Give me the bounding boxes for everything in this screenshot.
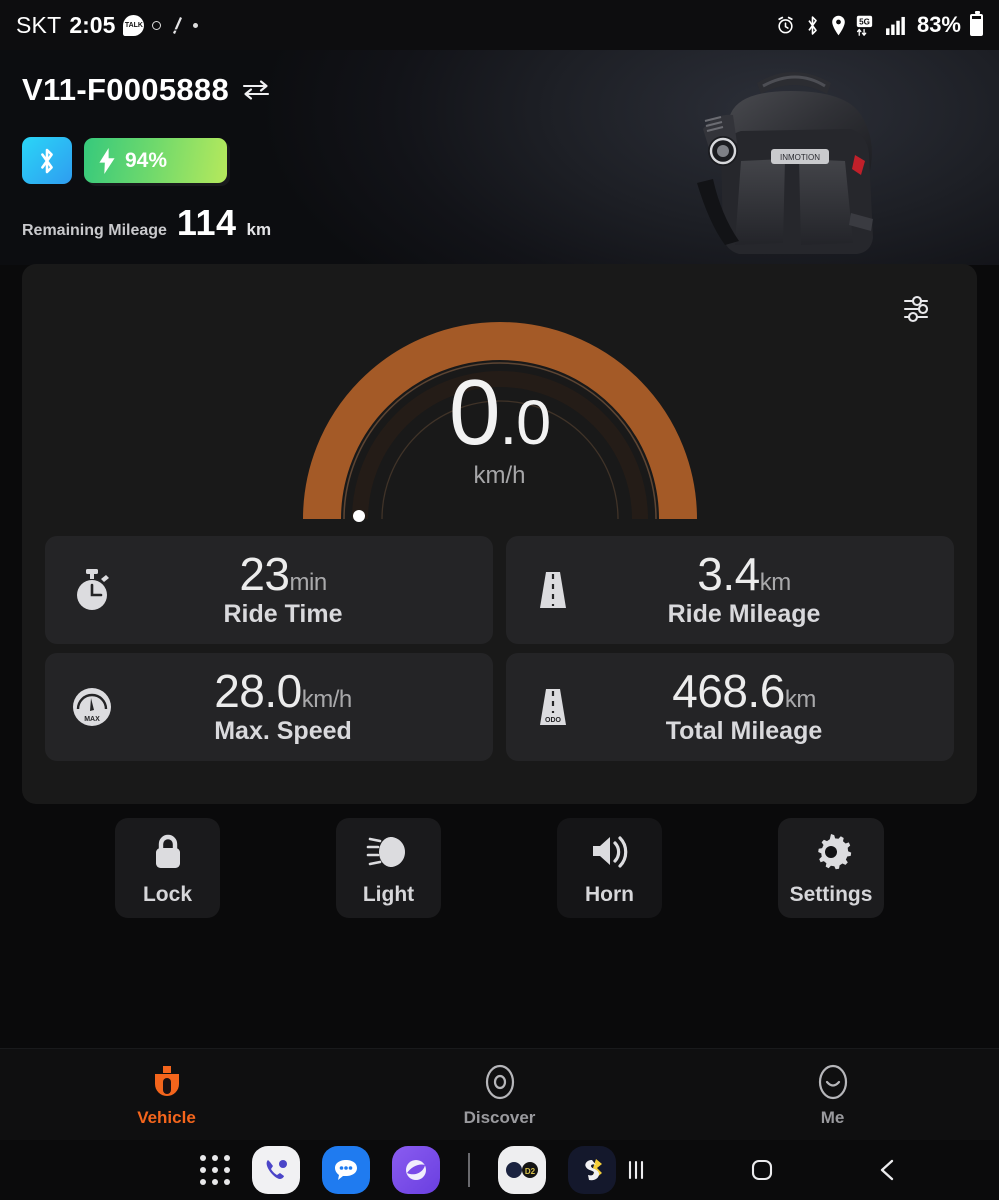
switch-device-icon[interactable] — [241, 79, 271, 101]
stat-label: Ride Mileage — [667, 599, 821, 628]
system-taskbar: D2 — [0, 1140, 999, 1200]
carrier-label: SKT — [16, 11, 62, 38]
headlight-icon — [366, 829, 412, 875]
stat-value: 468.6km — [672, 665, 816, 718]
compass-icon — [483, 1061, 517, 1103]
phone-icon[interactable] — [252, 1146, 300, 1194]
stat-value: 3.4km — [697, 548, 791, 601]
svg-text:D2: D2 — [525, 1167, 536, 1176]
gauge-start-marker — [353, 510, 365, 522]
svg-text:INMOTION: INMOTION — [780, 153, 820, 162]
android-navigation-bar — [616, 1150, 908, 1190]
remaining-mileage-label: Remaining Mileage — [22, 222, 167, 239]
svg-text:5G: 5G — [859, 17, 870, 26]
clock-label: 2:05 — [69, 11, 116, 38]
speed-unit-label: km/h — [473, 461, 526, 489]
settings-label: Settings — [789, 883, 873, 906]
light-label: Light — [362, 883, 415, 906]
svg-text:MAX: MAX — [84, 716, 100, 723]
location-icon — [832, 15, 845, 35]
tab-label: Discover — [463, 1108, 536, 1127]
lightning-bolt-icon — [99, 147, 115, 174]
taskbar-divider — [468, 1153, 470, 1187]
folder-icon[interactable]: D2 — [498, 1146, 546, 1194]
electric-unicycle-image: INMOTION — [679, 53, 909, 265]
device-name-label: V11-F0005888 — [22, 72, 229, 107]
gear-icon — [810, 829, 852, 875]
speed-readout: 0.0 km/h — [22, 360, 977, 490]
device-name-row[interactable]: V11-F0005888 — [22, 72, 271, 108]
vehicle-dashboard-card: 0.0 km/h 23min Ride Time 3.4km Ride Mile… — [22, 264, 977, 804]
bluetooth-icon — [808, 15, 817, 35]
settings-button[interactable]: Settings — [778, 818, 884, 918]
status-bar-left: SKT 2:05 TALK — [16, 11, 199, 39]
svg-text:ODO: ODO — [545, 717, 562, 724]
horn-label: Horn — [585, 883, 634, 906]
vehicle-hero-section: V11-F0005888 94% Remaining Mileage 114 k… — [0, 50, 999, 265]
stat-value: 28.0km/h — [214, 665, 352, 718]
battery-level-chip[interactable]: 94% — [84, 138, 227, 183]
horn-icon — [587, 829, 633, 875]
stopwatch-icon — [63, 568, 121, 612]
remaining-mileage-unit: km — [246, 220, 272, 239]
stat-tile-ride-time[interactable]: 23min Ride Time — [45, 536, 493, 644]
tab-label: Vehicle — [137, 1108, 196, 1127]
taskbar-apps: D2 — [200, 1146, 616, 1194]
dot-icon — [193, 22, 199, 28]
lock-icon — [148, 829, 188, 875]
max-speed-gauge-icon: MAX — [63, 685, 121, 729]
back-icon[interactable] — [868, 1150, 908, 1190]
kakaotalk-icon: TALK — [123, 14, 145, 36]
stat-tile-ride-mileage[interactable]: 3.4km Ride Mileage — [506, 536, 954, 644]
speed-gauge: 0.0 km/h — [22, 284, 977, 524]
light-button[interactable]: Light — [336, 818, 441, 918]
signal-icon — [886, 16, 905, 35]
lock-label: Lock — [142, 883, 192, 906]
smiley-icon — [816, 1061, 850, 1103]
ride-stats-grid: 23min Ride Time 3.4km Ride Mileage MAX 2… — [45, 536, 954, 761]
home-icon[interactable] — [742, 1150, 782, 1190]
dot-ring-icon — [152, 20, 162, 30]
recents-icon[interactable] — [616, 1150, 656, 1190]
odometer-road-icon: ODO — [524, 685, 582, 729]
internet-icon[interactable] — [392, 1146, 440, 1194]
tab-vehicle[interactable]: Vehicle — [0, 1061, 333, 1128]
battery-percent-label: 83% — [916, 12, 961, 37]
road-icon — [524, 568, 582, 612]
samsung-app-icon[interactable] — [568, 1146, 616, 1194]
tab-discover[interactable]: Discover — [333, 1061, 666, 1128]
unicycle-icon — [151, 1061, 183, 1103]
status-bar-right: 5G 83% — [776, 11, 983, 38]
stat-tile-total-mileage[interactable]: ODO 468.6km Total Mileage — [506, 653, 954, 761]
remaining-mileage-row: Remaining Mileage 114 km — [22, 202, 271, 244]
app-drawer-icon[interactable] — [200, 1155, 230, 1185]
quick-actions-row: Lock Light Horn Settings — [0, 818, 999, 923]
bluetooth-status-chip[interactable] — [22, 137, 72, 184]
stat-value: 23min — [239, 548, 327, 601]
speed-value: 0.0 — [448, 360, 551, 464]
5g-icon: 5G — [856, 15, 873, 36]
stat-label: Ride Time — [223, 599, 343, 628]
messages-icon[interactable] — [322, 1146, 370, 1194]
system-status-bar: SKT 2:05 TALK 5G 83% — [0, 0, 999, 50]
stat-label: Max. Speed — [214, 716, 352, 745]
note-icon — [173, 17, 183, 34]
stat-label: Total Mileage — [665, 716, 823, 745]
alarm-icon — [778, 16, 793, 33]
remaining-mileage-value: 114 — [176, 202, 237, 243]
bluetooth-icon — [41, 148, 53, 173]
battery-icon — [970, 11, 983, 36]
battery-level-label: 94% — [125, 148, 168, 172]
tab-label: Me — [820, 1108, 845, 1127]
connection-badges: 94% — [22, 137, 227, 184]
lock-button[interactable]: Lock — [115, 818, 220, 918]
tab-me[interactable]: Me — [666, 1061, 999, 1128]
horn-button[interactable]: Horn — [557, 818, 662, 918]
bottom-tab-bar: Vehicle Discover Me — [0, 1048, 999, 1140]
stat-tile-max-speed[interactable]: MAX 28.0km/h Max. Speed — [45, 653, 493, 761]
